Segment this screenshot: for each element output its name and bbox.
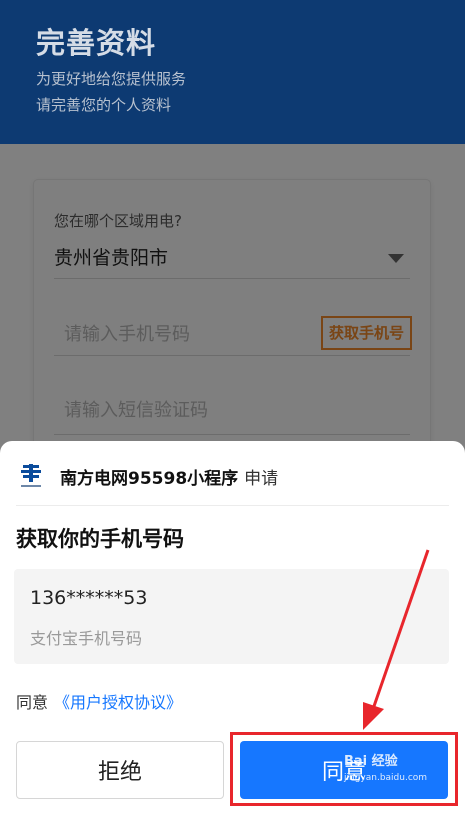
region-select[interactable]: 贵州省贵阳市 [54, 243, 168, 270]
phone-divider [54, 355, 410, 356]
page-subtitle-line2: 请完善您的个人资料 [36, 96, 172, 114]
page-title: 完善资料 [36, 26, 157, 60]
agreement-row: 同意 《用户授权协议》 [16, 689, 182, 713]
page-header: 完善资料 为更好地给您提供服务 请完善您的个人资料 [0, 0, 465, 144]
reject-button[interactable]: 拒绝 [16, 741, 224, 799]
page-subtitle-line1: 为更好地给您提供服务 [36, 70, 187, 88]
app-apply-text: 申请 [244, 468, 279, 489]
get-phone-button[interactable]: 获取手机号 [320, 316, 412, 350]
app-info-row: 南方电网95598小程序 申请 [16, 459, 278, 493]
sms-divider [54, 434, 410, 435]
app-name: 南方电网95598小程序 [60, 468, 239, 489]
agree-prefix: 同意 [16, 693, 49, 712]
masked-phone-number: 136******53 [30, 587, 148, 609]
phone-auth-sheet: 南方电网95598小程序 申请 获取你的手机号码 136******53 支付宝… [0, 441, 465, 816]
profile-form-card: 您在哪个区域用电? 贵州省贵阳市 请输入手机号码 获取手机号 请输入短信验证码 [34, 180, 430, 480]
sheet-title: 获取你的手机号码 [16, 527, 184, 551]
sheet-divider [16, 505, 449, 506]
watermark-line1: Bai 经验 [344, 754, 398, 769]
phone-input[interactable]: 请输入手机号码 [64, 320, 190, 346]
caret-down-icon[interactable] [388, 254, 404, 263]
watermark-line2: jingyan.baidu.com [344, 773, 428, 783]
user-agreement-link[interactable]: 《用户授权协议》 [54, 693, 182, 712]
baidu-watermark: Bai 经验 jingyan.baidu.com [344, 754, 427, 786]
china-southern-power-grid-logo-icon [16, 461, 46, 491]
phone-number-option[interactable]: 136******53 支付宝手机号码 [14, 569, 449, 664]
region-label: 您在哪个区域用电? [54, 212, 182, 230]
sms-code-input[interactable]: 请输入短信验证码 [64, 396, 208, 422]
phone-source-label: 支付宝手机号码 [30, 629, 143, 648]
region-divider [54, 278, 410, 279]
